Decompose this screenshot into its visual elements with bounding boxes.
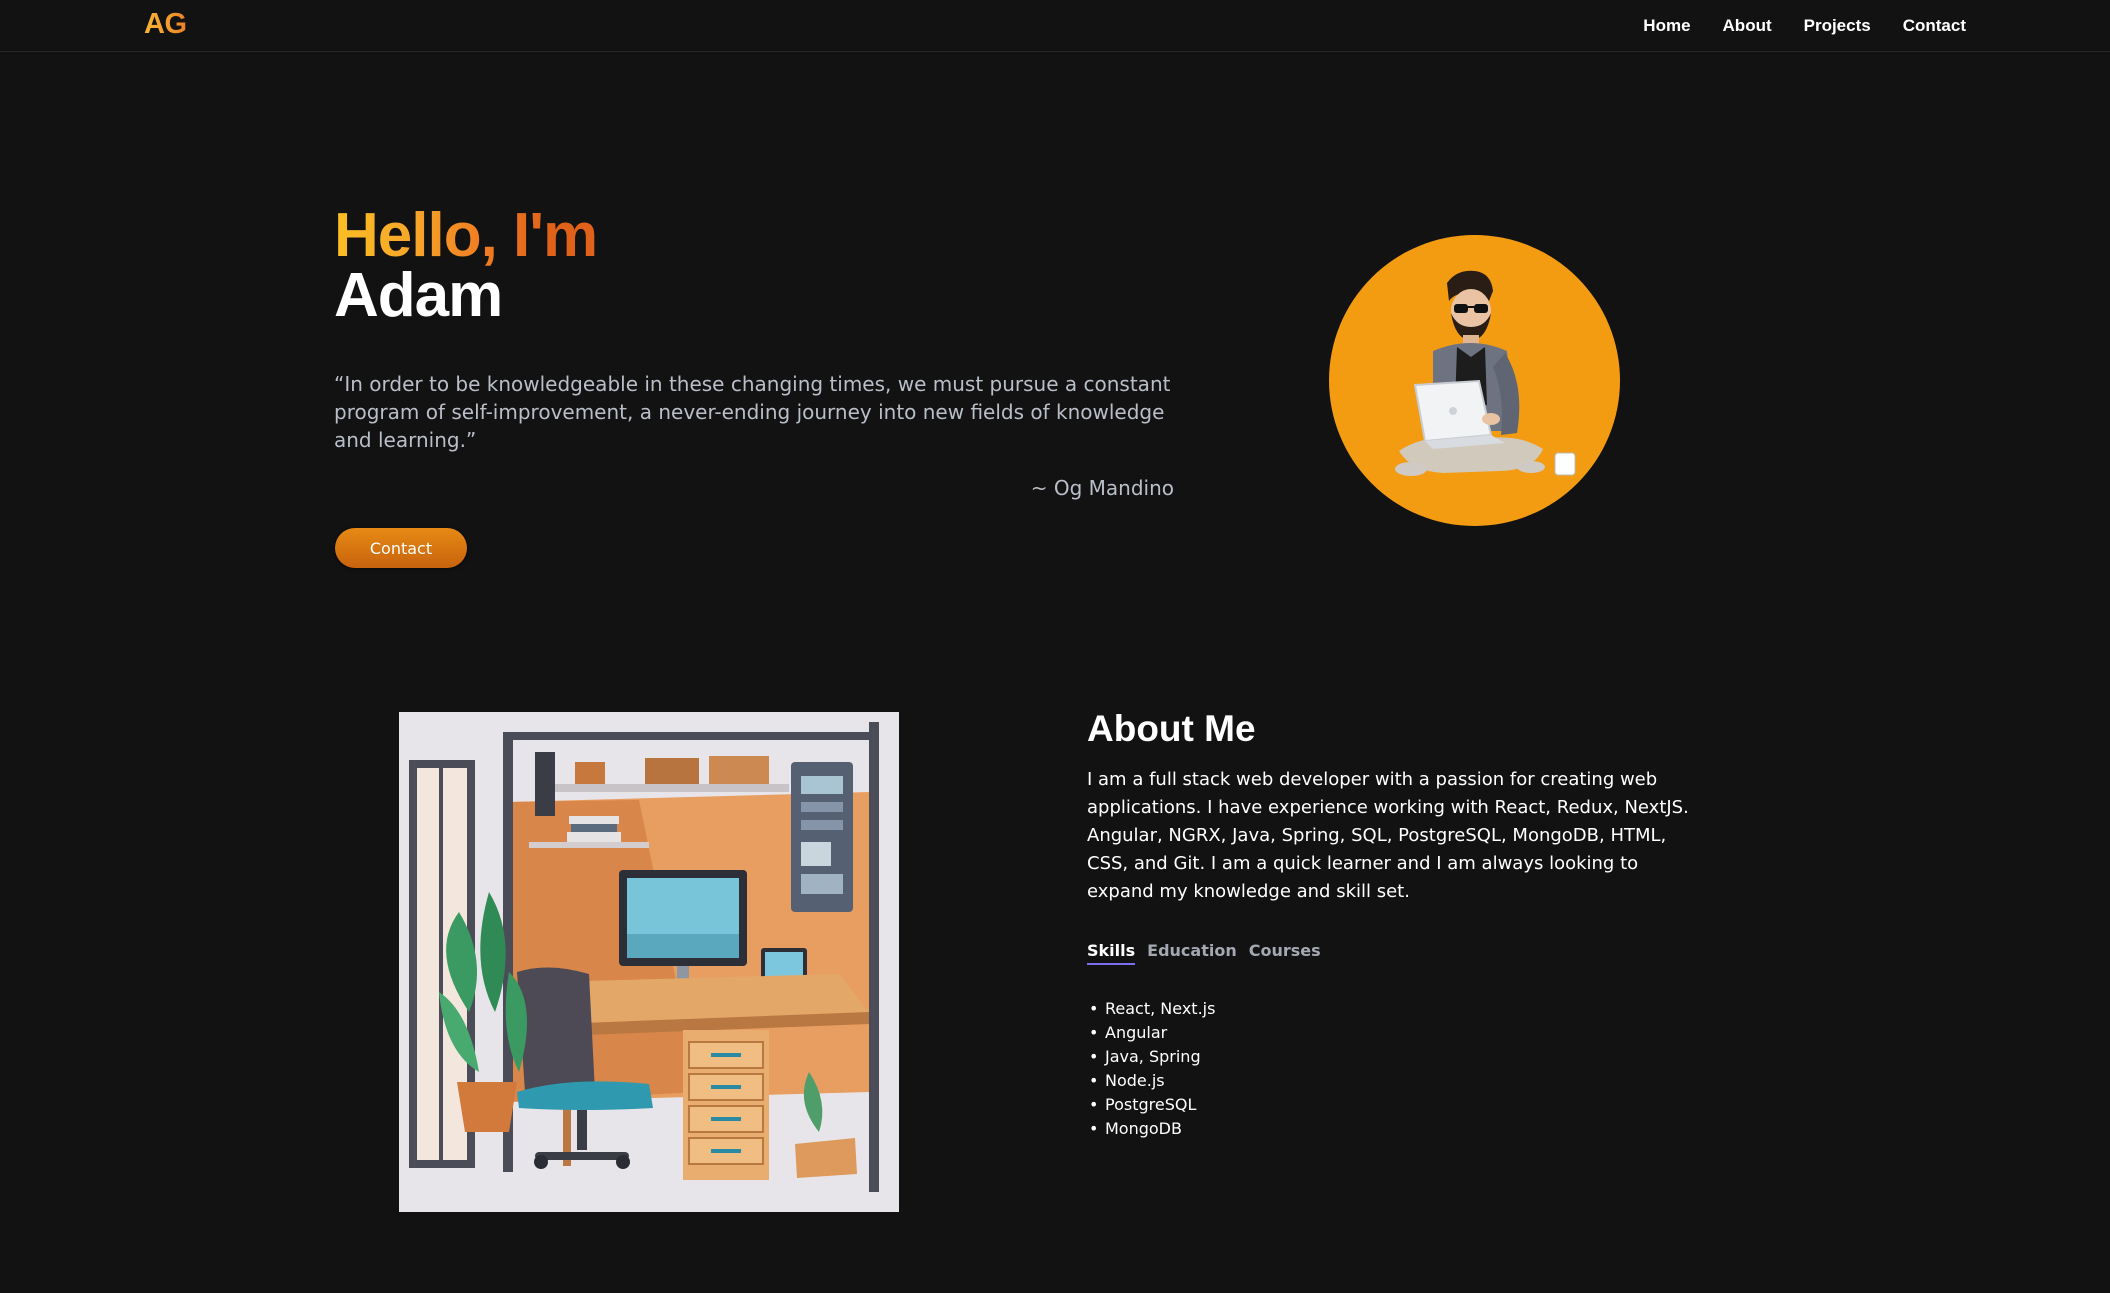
list-item: Angular bbox=[1095, 1021, 1215, 1045]
skills-list: React, Next.js Angular Java, Spring Node… bbox=[1087, 997, 1215, 1141]
hero-name: Adam bbox=[334, 261, 503, 330]
hero-title: Hello, I'm Adam bbox=[334, 205, 604, 330]
nav-link-projects[interactable]: Projects bbox=[1804, 16, 1871, 36]
nav-link-home[interactable]: Home bbox=[1643, 16, 1690, 36]
developer-illustration-icon bbox=[1395, 270, 1576, 476]
list-item: PostgreSQL bbox=[1095, 1093, 1215, 1117]
tab-courses[interactable]: Courses bbox=[1249, 941, 1321, 965]
avatar-illustration bbox=[1329, 235, 1620, 526]
contact-button[interactable]: Contact bbox=[335, 528, 467, 568]
nav-link-about[interactable]: About bbox=[1723, 16, 1772, 36]
about-tabs: Skills Education Courses bbox=[1087, 941, 1321, 965]
navbar: AG Home About Projects Contact bbox=[0, 0, 2110, 52]
hero-greeting: Hello, I'm bbox=[334, 205, 604, 267]
list-item: React, Next.js bbox=[1095, 997, 1215, 1021]
list-item: MongoDB bbox=[1095, 1117, 1215, 1141]
tab-education[interactable]: Education bbox=[1147, 941, 1237, 965]
tab-skills[interactable]: Skills bbox=[1087, 941, 1136, 965]
about-image bbox=[399, 712, 899, 1212]
about-description: I am a full stack web developer with a p… bbox=[1087, 769, 1689, 902]
nav-links: Home About Projects Contact bbox=[1643, 16, 1966, 36]
nav-link-contact[interactable]: Contact bbox=[1903, 16, 1966, 36]
hero-quote: “In order to be knowledgeable in these c… bbox=[334, 372, 1171, 452]
site-logo[interactable]: AG bbox=[144, 8, 187, 41]
list-item: Node.js bbox=[1095, 1069, 1215, 1093]
list-item: Java, Spring bbox=[1095, 1045, 1215, 1069]
about-title: About Me bbox=[1087, 708, 1256, 749]
hero-quote-author: ~ Og Mandino bbox=[1030, 476, 1174, 500]
office-desk-illustration-icon bbox=[399, 712, 899, 1212]
